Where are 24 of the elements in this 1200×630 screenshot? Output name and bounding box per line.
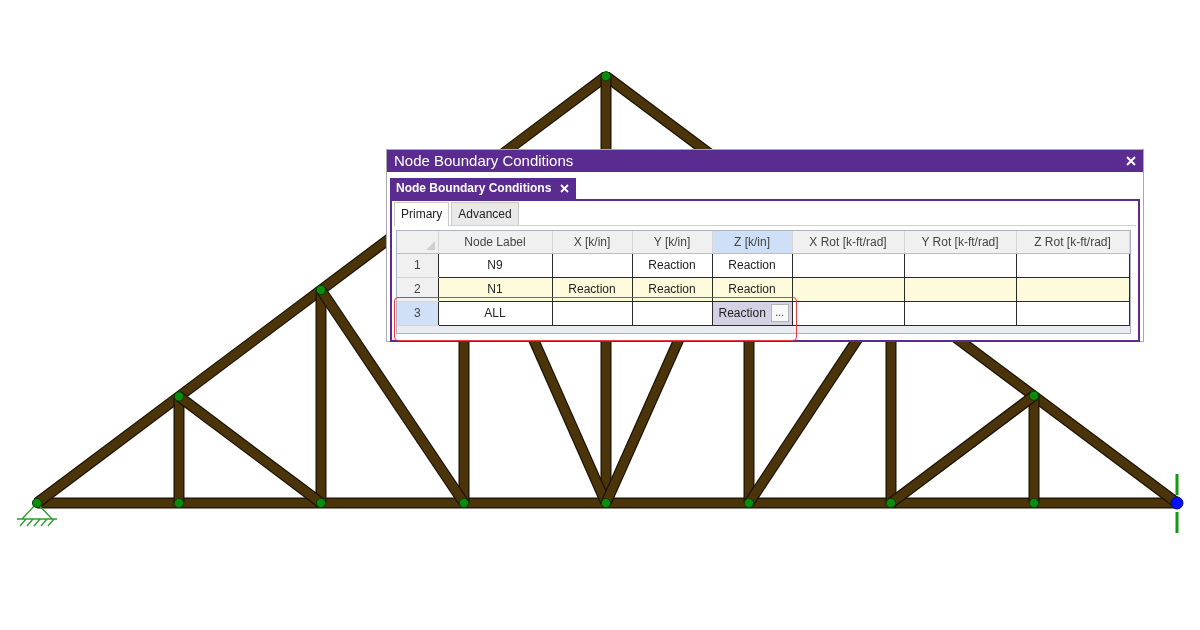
row-header[interactable]: 3 [397, 301, 438, 325]
tab[interactable]: Advanced [451, 202, 519, 225]
table-cell: Reaction [632, 253, 712, 277]
column-header[interactable]: Node Label [438, 231, 552, 253]
window-title: Node Boundary Conditions [394, 151, 574, 171]
row-header[interactable]: 1 [397, 253, 438, 277]
document-tab[interactable]: Node Boundary Conditions [390, 177, 577, 199]
table-cell: Reaction [552, 277, 632, 301]
column-header[interactable]: X [k/in] [552, 231, 632, 253]
table-cell: Reaction [712, 277, 792, 301]
tab[interactable]: Primary [394, 202, 450, 226]
table-cell: N1 [438, 277, 552, 301]
table-cell: Reaction [632, 277, 712, 301]
column-header[interactable]: Z Rot [k-ft/rad] [1016, 231, 1129, 253]
column-header[interactable]: X Rot [k-ft/rad] [792, 231, 904, 253]
close-icon[interactable] [560, 183, 570, 193]
table-cell: N9 [438, 253, 552, 277]
column-header[interactable]: Y [k/in] [632, 231, 712, 253]
column-header[interactable]: Z [k/in] [712, 231, 792, 253]
column-header[interactable]: Y Rot [k-ft/rad] [904, 231, 1016, 253]
ellipsis-button[interactable]: ... [770, 304, 789, 322]
table-cell: Reaction [712, 253, 792, 277]
table-cell: ALL [438, 301, 552, 325]
close-icon[interactable] [1126, 156, 1136, 166]
